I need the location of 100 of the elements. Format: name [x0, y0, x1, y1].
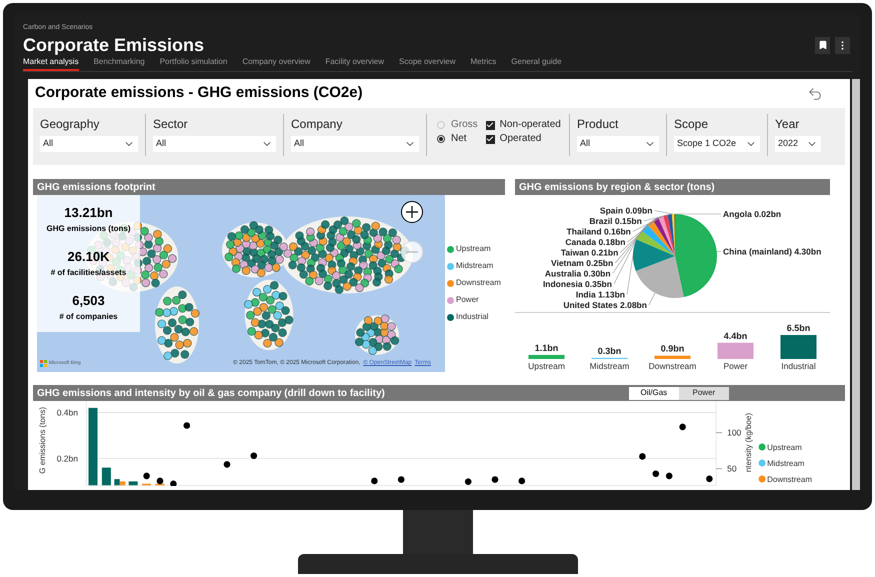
slice-label: Thailand 0.16bn	[566, 226, 631, 236]
kpi-label: # of companies	[59, 312, 118, 322]
intensity-point[interactable]	[518, 478, 526, 484]
toggle-tab[interactable]: Power	[678, 386, 729, 400]
monitor-stand	[402, 510, 472, 554]
intensity-point[interactable]	[398, 476, 404, 483]
pie-slice[interactable]	[652, 217, 675, 256]
slice-label: Vietnam 0.25bn	[550, 258, 614, 268]
kpi-label: # of facilities/assets	[50, 268, 126, 278]
section-title: GHG emissions and intensity by oil & gas company (drill down to facility)	[37, 386, 385, 400]
kpi-label: GHG emissions (tons)	[46, 224, 130, 234]
bar-value-label: 6.5bn	[786, 323, 810, 333]
pie-slice[interactable]	[636, 256, 684, 298]
intensity-point[interactable]	[371, 478, 378, 484]
filter-label: Company	[291, 118, 344, 130]
slice-label: Australia 0.30bn	[544, 268, 611, 278]
intensity-point[interactable]	[184, 422, 190, 429]
filter-dropdown[interactable]: All	[291, 136, 419, 152]
checkbox-label: Operated	[500, 134, 542, 144]
intensity-point[interactable]	[706, 476, 713, 482]
radio-button[interactable]	[437, 135, 445, 143]
legend-label: Industrial	[456, 311, 488, 323]
axis-title: G emissions (tons)	[38, 407, 47, 474]
pie-slice[interactable]	[663, 214, 675, 256]
intensity-point[interactable]	[464, 478, 472, 485]
filter-label: Geography	[40, 118, 100, 130]
legend-label: Midstream	[456, 260, 494, 272]
legend-label: Power	[456, 294, 479, 306]
pie-slice[interactable]	[658, 216, 675, 256]
slice-label: Spain 0.09bn	[600, 206, 652, 216]
intensity-point[interactable]	[170, 480, 177, 486]
intensity-point[interactable]	[492, 476, 498, 483]
toggle-tab[interactable]: Oil/Gas	[628, 386, 679, 400]
filter-dropdown[interactable]: Scope 1 CO2e	[674, 136, 760, 152]
intensity-point[interactable]	[639, 453, 646, 460]
intensity-point[interactable]	[679, 424, 686, 430]
pie-slice[interactable]	[647, 220, 675, 256]
radio-label: Net	[451, 134, 467, 144]
more-button[interactable]	[835, 36, 850, 54]
filter-label: Scope	[674, 118, 710, 130]
axis-tick-label: 100	[727, 428, 742, 438]
slice-label: Indonesia 0.35bn	[542, 279, 612, 289]
intensity-point[interactable]	[156, 478, 164, 484]
nav-tab[interactable]: General guide	[511, 58, 562, 70]
kpi-value: 26.10K	[68, 248, 110, 266]
undo-icon[interactable]	[807, 86, 823, 102]
bar-category-label: Downstream	[648, 361, 696, 371]
minus-icon	[406, 251, 418, 253]
pie-slice[interactable]	[641, 224, 675, 256]
axis-tick-label: 50	[727, 464, 737, 474]
checkbox-label: Non-operated	[500, 120, 561, 130]
legend-label: Downstream	[456, 277, 501, 289]
nav-tab[interactable]: Market analysis	[23, 58, 79, 70]
nav-tab[interactable]: Benchmarking	[94, 58, 145, 70]
slice-label: India 1.13bn	[576, 290, 625, 300]
pie-slice[interactable]	[633, 239, 675, 271]
filter-dropdown[interactable]: All	[153, 136, 276, 152]
leader-line	[716, 251, 722, 252]
bookmark-icon	[818, 40, 828, 50]
slice-label: United States 2.08bn	[563, 300, 647, 310]
filter-dropdown[interactable]: All	[40, 136, 138, 152]
nav-tab[interactable]: Facility overview	[325, 58, 384, 70]
kpi-value: 6,503	[72, 293, 105, 310]
bar-value-label: 1.1bn	[534, 342, 558, 353]
intensity-point[interactable]	[143, 472, 150, 480]
plus-icon	[406, 206, 418, 218]
intensity-point[interactable]	[652, 470, 660, 478]
bar-category-label: Upstream	[528, 361, 565, 371]
leader-line	[648, 292, 656, 306]
bar-category-label: Power	[723, 361, 748, 371]
filter-dropdown[interactable]: 2022	[775, 136, 821, 152]
section-title: GHG emissions by region & sector (tons)	[519, 180, 715, 194]
scrollbar[interactable]	[852, 79, 860, 490]
checkbox[interactable]	[486, 120, 495, 130]
checkbox[interactable]	[486, 134, 495, 144]
legend-label: Upstream	[767, 443, 802, 452]
logo-icon	[40, 360, 47, 367]
nav-tab[interactable]: Scope overview	[399, 58, 456, 70]
filter-label: Year	[775, 118, 800, 130]
radio-label: Gross	[451, 120, 478, 130]
pie-slice[interactable]	[636, 230, 675, 256]
bar-category-label: Industrial	[781, 361, 816, 371]
intensity-point[interactable]	[666, 472, 672, 480]
nav-tab[interactable]: Metrics	[470, 58, 496, 70]
pie-slice[interactable]	[668, 214, 675, 256]
bar-category-label: Midstream	[590, 361, 630, 371]
axis-title: ntensity (kg/boe)	[744, 413, 754, 472]
bookmark-button[interactable]	[815, 36, 830, 54]
nav-tab[interactable]: Portfolio simulation	[160, 58, 228, 70]
intensity-point[interactable]	[224, 461, 230, 468]
app-title: Corporate Emissions	[23, 34, 204, 56]
slice-label: Angola 0.02bn	[723, 209, 782, 219]
intensity-point[interactable]	[250, 452, 258, 460]
nav-tab[interactable]: Company overview	[242, 58, 310, 70]
legend-label: Downstream	[767, 475, 812, 484]
slice-label: China (mainland) 4.30bn	[723, 246, 822, 257]
filter-label: Sector	[153, 118, 189, 130]
filter-label: Product	[577, 118, 620, 130]
filter-dropdown[interactable]: All	[577, 136, 659, 152]
section-title: GHG emissions footprint	[37, 180, 156, 194]
